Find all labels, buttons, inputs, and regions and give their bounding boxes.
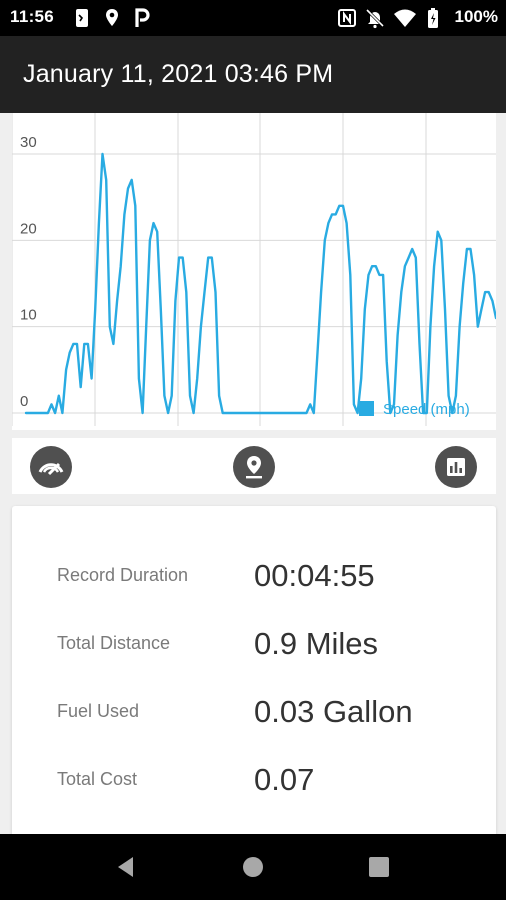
status-bar: 11:56 100% <box>0 0 506 36</box>
status-time: 11:56 <box>10 7 55 26</box>
y-tick-label: 30 <box>20 134 37 151</box>
chart-grid <box>12 113 496 426</box>
page-title: January 11, 2021 03:46 PM <box>23 60 334 88</box>
stat-label-total-cost: Total Cost <box>57 769 138 789</box>
view-tab-bar <box>12 438 496 494</box>
system-nav-bar <box>0 834 506 900</box>
y-axis-ticks: 0 10 20 30 <box>20 134 37 410</box>
app-bar: January 11, 2021 03:46 PM <box>0 36 506 113</box>
wifi-icon <box>394 9 416 27</box>
chart-legend: Speed (mph) <box>359 401 470 418</box>
bell-off-icon <box>365 8 385 29</box>
speed-chart-svg: 0 10 20 30 Speed (mph) <box>12 113 496 426</box>
phone-icon <box>76 9 88 27</box>
tab-speed[interactable] <box>30 446 72 488</box>
y-tick-label: 20 <box>20 220 37 237</box>
tab-stats[interactable] <box>435 446 477 488</box>
map-pin-icon <box>246 456 262 479</box>
legend-label: Speed (mph) <box>383 401 470 418</box>
stat-label-fuel-used: Fuel Used <box>57 701 140 721</box>
stat-value-total-cost: 0.07 <box>254 762 315 797</box>
gauge-icon <box>38 462 64 476</box>
recents-icon[interactable] <box>368 856 390 878</box>
nfc-icon <box>338 9 356 27</box>
battery-percentage: 100% <box>454 7 498 26</box>
back-icon[interactable] <box>113 854 139 880</box>
stat-value-fuel-used: 0.03 Gallon <box>254 694 413 729</box>
stat-value-record-duration: 00:04:55 <box>254 558 375 593</box>
stat-label-total-distance: Total Distance <box>57 633 171 653</box>
y-tick-label: 0 <box>20 393 28 410</box>
tab-map[interactable] <box>233 446 275 488</box>
battery-icon <box>428 8 438 28</box>
home-icon[interactable] <box>241 855 265 879</box>
speed-chart[interactable]: 0 10 20 30 Speed (mph) <box>12 113 496 430</box>
location-icon <box>106 9 118 26</box>
bar-chart-icon <box>447 458 465 476</box>
y-tick-label: 10 <box>20 307 37 324</box>
stat-value-total-distance: 0.9 Miles <box>254 626 379 661</box>
trip-summary-card: Record Duration 00:04:55 Total Distance … <box>12 506 496 846</box>
legend-swatch <box>359 401 374 416</box>
stat-label-record-duration: Record Duration <box>57 565 189 585</box>
parking-icon <box>135 8 150 27</box>
